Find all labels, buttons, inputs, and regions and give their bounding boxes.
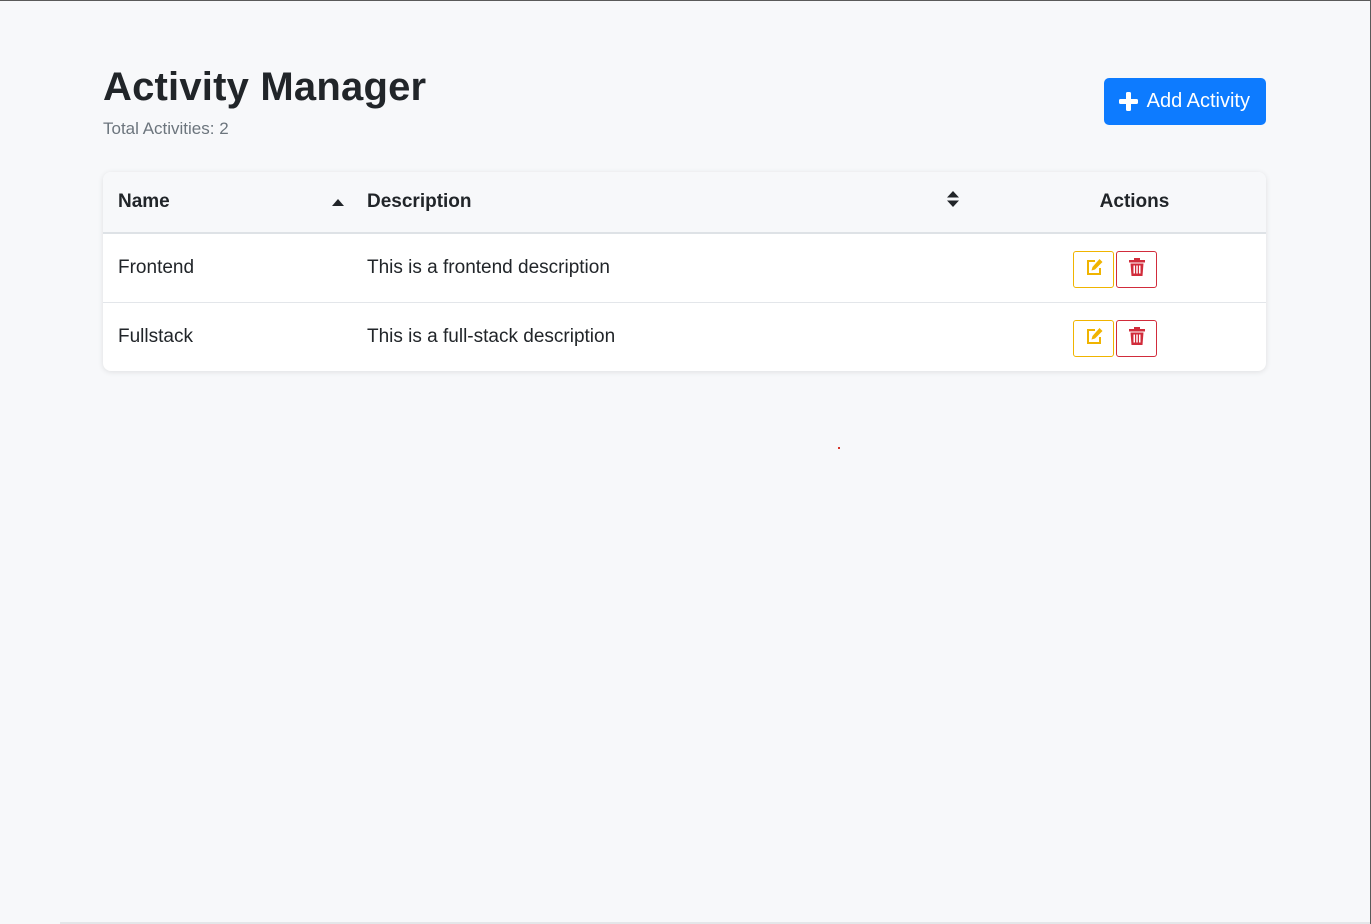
total-activities-count: Total Activities: 2 [103,119,229,138]
page-header: Activity Manager Total Activities: 2 Add… [103,61,1266,171]
stray-pixel-dot [838,447,840,449]
sort-asc-icon[interactable] [332,191,344,213]
actions-column-header: Actions [1003,172,1266,233]
row-actions [1073,320,1157,358]
activities-table-card: Name Description Actions Frontend This i… [103,172,1266,371]
activity-description-cell: This is a full-stack description [367,325,616,347]
actions-cell [1003,302,1266,371]
trash-icon [1128,326,1145,351]
edit-icon [1084,258,1104,282]
actions-cell [1003,233,1266,302]
description-column-header[interactable]: Description [352,172,1003,233]
page-title: Activity Manager [103,65,427,109]
activities-table: Name Description Actions Frontend This i… [103,172,1266,371]
activity-description-cell: This is a frontend description [367,256,610,278]
name-column-label: Name [118,191,170,212]
name-column-header[interactable]: Name [103,172,352,233]
row-actions [1073,251,1157,289]
edit-button[interactable] [1073,320,1114,358]
trash-icon [1128,257,1145,282]
add-activity-button[interactable]: Add Activity [1103,78,1266,125]
activity-name-cell: Fullstack [118,325,193,347]
add-activity-label: Add Activity [1146,90,1250,112]
plus-icon [1118,92,1138,111]
table-row: Frontend This is a frontend description [103,233,1266,302]
actions-column-label: Actions [1099,191,1170,212]
edit-button[interactable] [1073,251,1114,289]
delete-button[interactable] [1116,320,1157,358]
description-column-label: Description [367,191,472,212]
edit-icon [1084,327,1104,351]
table-header-row: Name Description Actions [103,172,1266,233]
sort-icon[interactable] [947,191,959,213]
delete-button[interactable] [1116,251,1157,289]
activity-manager-page: Activity Manager Total Activities: 2 Add… [103,61,1266,371]
activity-name-cell: Frontend [118,256,195,278]
table-row: Fullstack This is a full-stack descripti… [103,302,1266,371]
